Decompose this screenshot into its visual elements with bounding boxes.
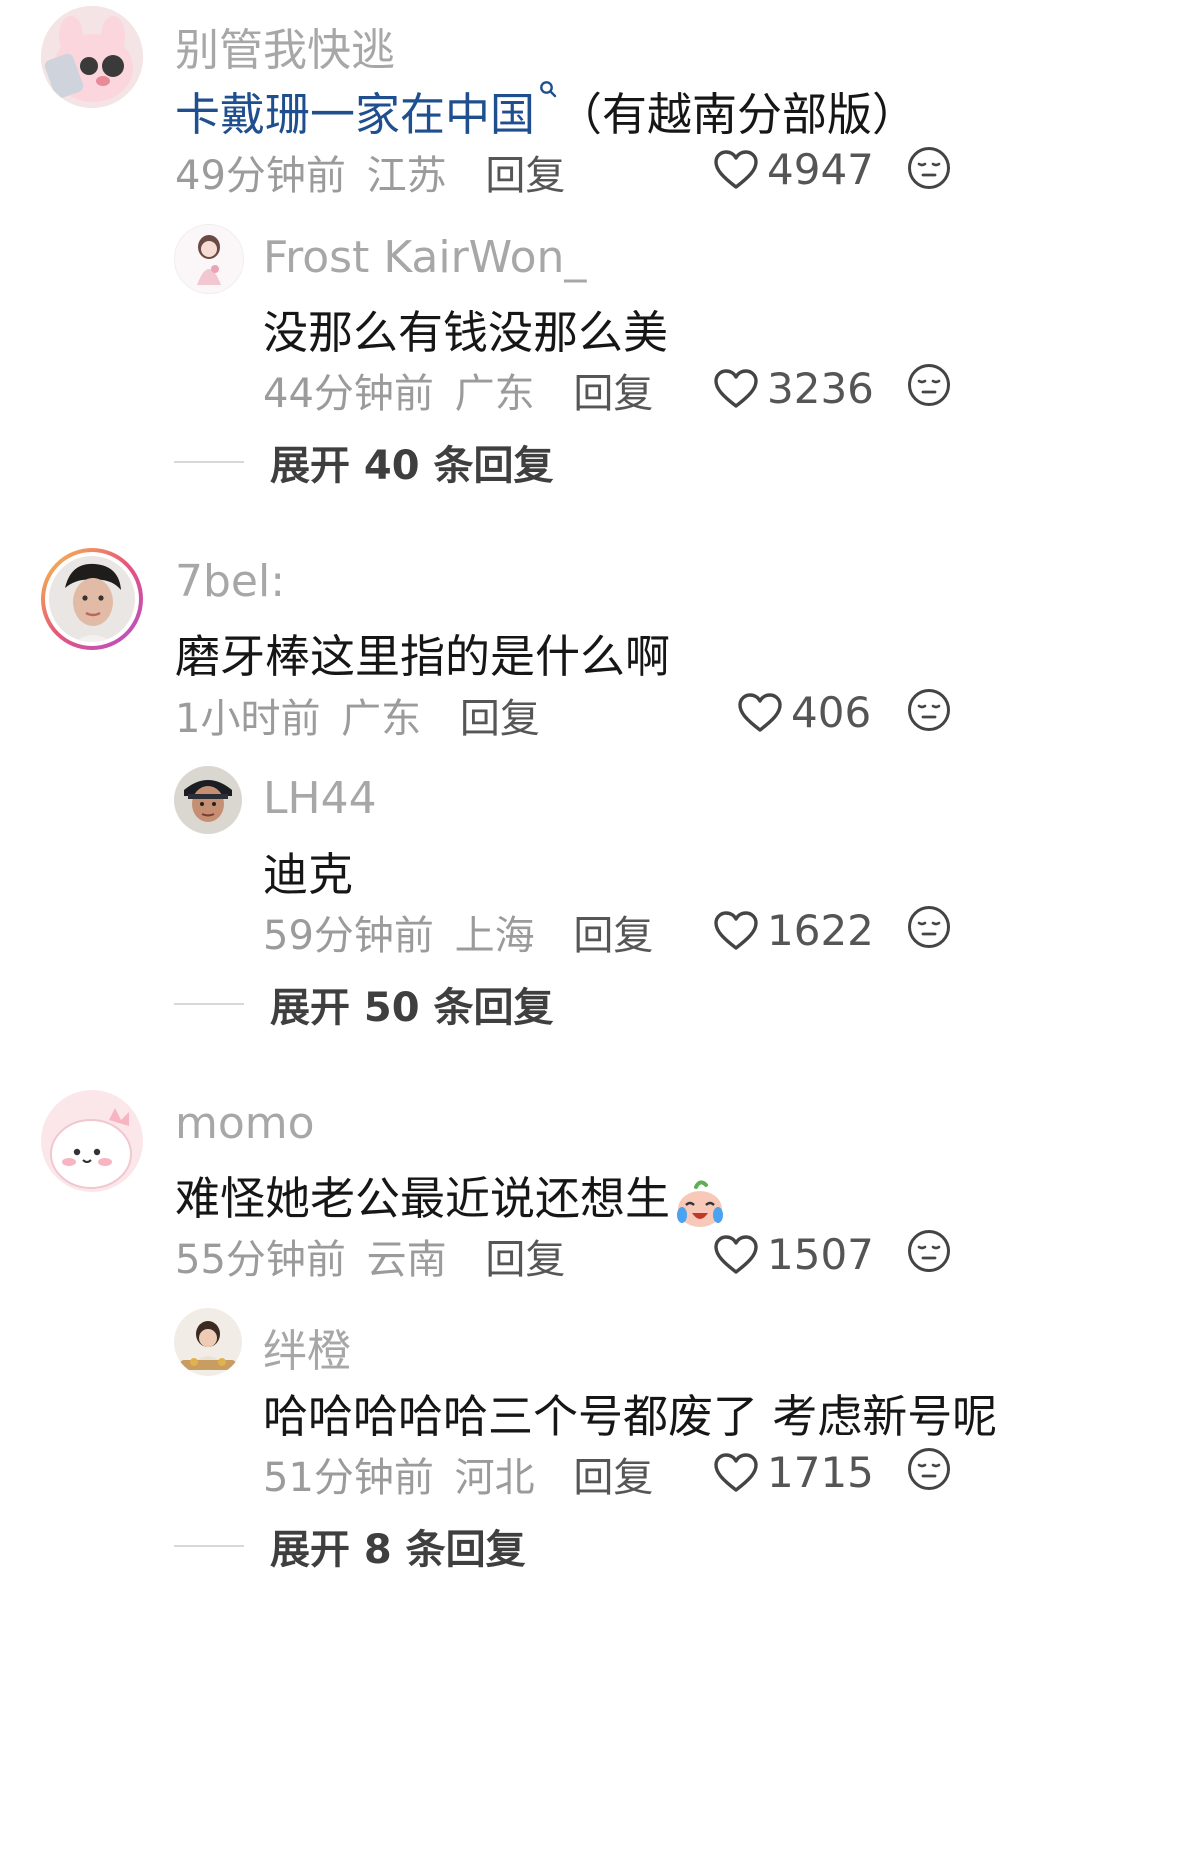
- expand-replies-button[interactable]: 展开 50 条回复: [174, 975, 554, 1033]
- reply-meta: 59分钟前 上海 回复: [263, 903, 653, 961]
- heart-outline-icon: [713, 1452, 759, 1494]
- timestamp: 55分钟前: [175, 1237, 346, 1283]
- react-button[interactable]: [906, 362, 952, 412]
- neutral-face-icon: [906, 904, 952, 950]
- react-button[interactable]: [906, 145, 952, 195]
- heart-outline-icon: [713, 368, 759, 410]
- like-count: 3236: [767, 364, 874, 413]
- neutral-face-icon: [906, 145, 952, 191]
- react-button[interactable]: [906, 904, 952, 954]
- divider: [174, 461, 244, 463]
- reply-button[interactable]: 回复: [485, 1237, 565, 1283]
- region: 江苏: [366, 153, 447, 199]
- like-button[interactable]: 1715: [713, 1448, 874, 1497]
- like-count: 4947: [767, 145, 874, 194]
- avatar[interactable]: [174, 224, 244, 294]
- divider: [174, 1003, 244, 1005]
- neutral-face-icon: [906, 687, 952, 733]
- reply-text: 哈哈哈哈哈三个号都废了 考虑新号呢: [263, 1390, 998, 1443]
- neutral-face-icon: [906, 1228, 952, 1274]
- like-button[interactable]: 1507: [713, 1230, 874, 1279]
- avatar[interactable]: [41, 548, 143, 650]
- username[interactable]: momo: [175, 1098, 315, 1149]
- region: 河北: [454, 1455, 535, 1501]
- region: 广东: [454, 371, 535, 417]
- divider: [174, 1545, 244, 1547]
- like-count: 1622: [767, 906, 874, 955]
- neutral-face-icon: [906, 362, 952, 408]
- crying-laughing-emoji-icon: [674, 1177, 726, 1233]
- comment-meta: 1小时前 广东 回复: [175, 686, 540, 744]
- neutral-face-icon: [906, 1446, 952, 1492]
- reply-button[interactable]: 回复: [460, 696, 540, 742]
- username[interactable]: 绊橙: [263, 1315, 351, 1379]
- timestamp: 44分钟前: [263, 371, 434, 417]
- expand-label: 展开 40 条回复: [270, 443, 554, 489]
- region: 广东: [341, 696, 422, 742]
- reply-text: 没那么有钱没那么美: [263, 306, 669, 359]
- expand-replies-button[interactable]: 展开 8 条回复: [174, 1517, 526, 1575]
- avatar[interactable]: [41, 1090, 143, 1192]
- like-button[interactable]: 1622: [713, 906, 874, 955]
- timestamp: 51分钟前: [263, 1455, 434, 1501]
- react-button[interactable]: [906, 687, 952, 737]
- search-link[interactable]: 卡戴珊一家在中国: [175, 88, 535, 141]
- heart-outline-icon: [713, 910, 759, 952]
- username[interactable]: 7bel:: [175, 556, 285, 607]
- reply-button[interactable]: 回复: [573, 371, 653, 417]
- like-count: 1507: [767, 1230, 874, 1279]
- timestamp: 1小时前: [175, 696, 321, 742]
- expand-replies-button[interactable]: 展开 40 条回复: [174, 433, 554, 491]
- comment-text-suffix: （有越南分部版）: [557, 88, 918, 141]
- reply-text: 迪克: [263, 848, 354, 901]
- comment-text: 磨牙棒这里指的是什么啊: [175, 630, 671, 683]
- username[interactable]: Frost KairWon_: [263, 232, 586, 283]
- like-button[interactable]: 406: [737, 688, 871, 737]
- reply-meta: 51分钟前 河北 回复: [263, 1445, 653, 1503]
- reply-button[interactable]: 回复: [573, 1455, 653, 1501]
- expand-label: 展开 8 条回复: [270, 1527, 526, 1573]
- avatar[interactable]: [174, 766, 242, 834]
- timestamp: 59分钟前: [263, 913, 434, 959]
- like-button[interactable]: 4947: [713, 145, 874, 194]
- reply-button[interactable]: 回复: [485, 153, 565, 199]
- comment-text-content: 难怪她老公最近说还想生: [175, 1172, 671, 1225]
- region: 云南: [366, 1237, 447, 1283]
- region: 上海: [454, 913, 535, 959]
- timestamp: 49分钟前: [175, 153, 346, 199]
- like-button[interactable]: 3236: [713, 364, 874, 413]
- username[interactable]: 别管我快逃: [175, 14, 395, 78]
- react-button[interactable]: [906, 1446, 952, 1496]
- reply-button[interactable]: 回复: [573, 913, 653, 959]
- comment-text: 难怪她老公最近说还想生: [175, 1162, 726, 1233]
- comment-meta: 49分钟前 江苏 回复: [175, 143, 565, 201]
- avatar[interactable]: [41, 6, 143, 108]
- like-count: 406: [791, 688, 872, 737]
- heart-outline-icon: [737, 692, 783, 734]
- comment-text: 卡戴珊一家在中国 （有越南分部版）: [175, 78, 917, 143]
- avatar[interactable]: [174, 1308, 242, 1376]
- expand-label: 展开 50 条回复: [270, 985, 554, 1031]
- like-count: 1715: [767, 1448, 874, 1497]
- heart-outline-icon: [713, 1234, 759, 1276]
- search-icon[interactable]: [539, 80, 557, 102]
- reply-meta: 44分钟前 广东 回复: [263, 361, 653, 419]
- comment-meta: 55分钟前 云南 回复: [175, 1227, 565, 1285]
- username[interactable]: LH44: [263, 773, 377, 824]
- heart-outline-icon: [713, 149, 759, 191]
- react-button[interactable]: [906, 1228, 952, 1278]
